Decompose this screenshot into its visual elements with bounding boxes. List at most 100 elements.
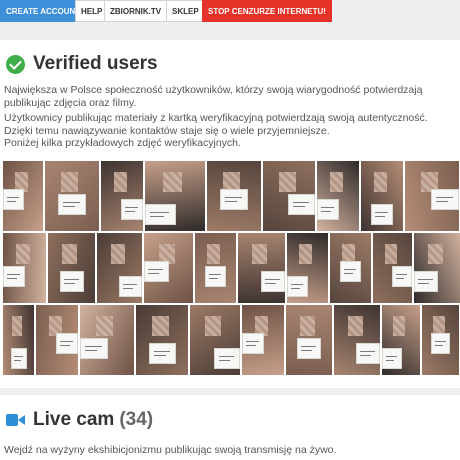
verification-photo[interactable] [361,161,403,231]
verification-photo[interactable] [414,233,460,303]
verification-card [297,338,321,359]
verification-photo[interactable] [195,233,236,303]
verification-card [382,348,402,369]
censored-area [62,244,77,264]
censored-area [299,244,312,264]
verification-photo[interactable] [3,161,43,231]
shop-button[interactable]: SKLEP [166,0,205,22]
live-cam-title: Live cam [33,409,115,430]
verification-photo[interactable] [286,305,332,375]
censored-area [393,316,405,336]
verification-photo[interactable] [36,305,78,375]
verification-card [58,194,86,215]
verification-photo[interactable] [287,233,328,303]
verification-photo[interactable] [3,233,46,303]
censored-area [61,172,78,192]
verification-card [119,276,142,297]
verification-card [371,204,393,225]
verification-photo[interactable] [144,233,193,303]
verified-paragraph-2: Użytkownicy publikując materiały z kartk… [4,112,456,150]
verified-paragraph-2-line-2: Dzięki temu nawiązywanie kontaktów staje… [4,124,330,137]
verified-users-title: Verified users [33,53,158,74]
check-circle-icon [6,54,25,74]
verification-photo[interactable] [330,233,371,303]
censored-area [12,316,22,336]
censored-area [163,172,182,192]
verification-photo[interactable] [334,305,380,375]
verification-card [392,266,412,287]
verified-users-description: Największa w Polsce społeczność użytkown… [4,84,456,150]
verification-card [287,276,308,297]
verification-photo[interactable] [145,161,205,231]
verification-card [288,194,315,215]
verification-photo[interactable] [97,233,142,303]
verification-photo[interactable] [207,161,261,231]
verification-card [205,266,226,287]
verification-card [121,199,143,220]
verification-photo[interactable] [80,305,134,375]
verification-photo-grid [3,161,460,411]
live-cam-paragraph-line-1: Wejdź na wyżyny ekshibicjonizmu publikuj… [4,444,337,456]
live-cam-panel: Live cam (34) Wejdź na wyżyny ekshibicjo… [0,395,460,460]
censored-area [374,172,387,192]
censored-area [300,316,315,336]
censored-area [385,244,397,264]
live-cam-heading: Live cam (34) [6,409,153,431]
censored-area [111,244,125,264]
verification-card [11,348,27,369]
censored-area [205,316,221,336]
verified-paragraph-2-line-1: Użytkownicy publikując materiały z kartk… [4,112,428,124]
verification-photo[interactable] [242,305,284,375]
verification-card [431,189,459,210]
verification-card [317,199,339,220]
verification-photo[interactable] [3,305,34,375]
verification-card [145,204,176,225]
censored-area [428,244,443,264]
zbiornik-tv-button[interactable]: ZBIORNIK.TV [104,0,168,22]
verification-card [340,261,361,282]
verification-photo[interactable] [190,305,240,375]
censored-area [96,316,113,336]
verification-photo[interactable] [45,161,99,231]
verified-users-panel: Verified users Największa w Polsce społe… [0,40,460,388]
verification-card [431,333,450,354]
verification-card [242,333,264,354]
censored-area [207,244,220,264]
verified-paragraph-2-line-3: Poniżej kilka przykładowych zdjęć weryfi… [4,137,241,149]
censored-area [114,172,127,192]
verification-card [3,266,25,287]
verification-photo[interactable] [382,305,420,375]
verification-card [149,343,176,364]
verification-photo[interactable] [405,161,459,231]
verification-card [56,333,78,354]
verification-card [144,261,169,282]
verification-card [214,348,240,369]
verification-photo[interactable] [101,161,143,231]
stop-censorship-button[interactable]: STOP CENZURZE INTERNETU! [202,0,332,22]
censored-area [16,244,30,264]
censored-area [252,244,267,264]
video-camera-icon [6,413,25,427]
live-cam-count: (34) [119,409,154,430]
verification-card [80,338,108,359]
verification-photo[interactable] [317,161,359,231]
top-navbar: CREATE ACCOUNT HELP ZBIORNIK.TV SKLEP ST… [0,0,460,36]
censored-area [348,316,363,336]
censored-area [279,172,296,192]
verification-card [3,189,24,210]
verification-card [356,343,380,364]
verification-photo[interactable] [263,161,315,231]
verification-photo[interactable] [422,305,459,375]
censored-area [152,316,169,336]
censored-area [330,172,343,192]
verified-paragraph-1: Największa w Polsce społeczność użytkown… [4,84,423,109]
verification-card [220,189,248,210]
verification-photo[interactable] [48,233,95,303]
verification-photo[interactable] [136,305,188,375]
verified-users-heading: Verified users [6,53,158,75]
verification-card [261,271,285,292]
verification-photo[interactable] [238,233,285,303]
create-account-button[interactable]: CREATE ACCOUNT [0,0,87,22]
verification-card [60,271,84,292]
verification-photo[interactable] [373,233,412,303]
